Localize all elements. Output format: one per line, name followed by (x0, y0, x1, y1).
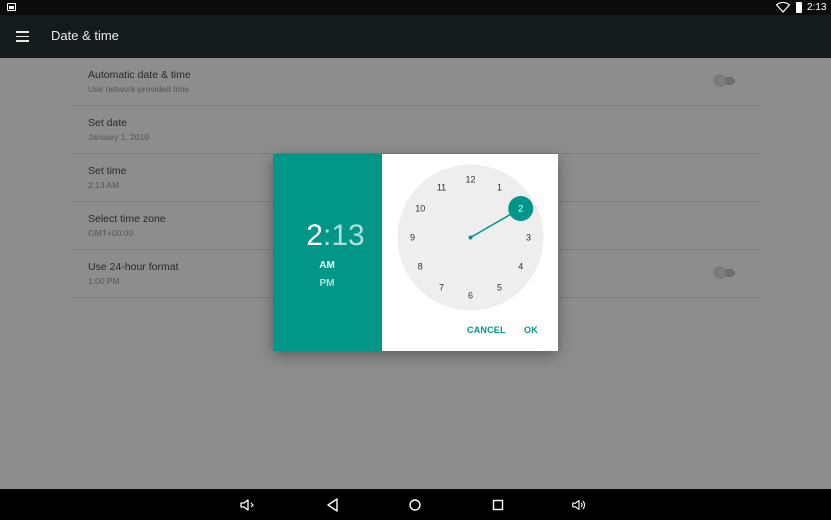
app-bar: Date & time (0, 15, 831, 58)
setting-title: Select time zone (88, 213, 166, 225)
image-notification-icon (7, 3, 16, 11)
am-toggle[interactable]: AM (273, 260, 381, 271)
volume-up-icon[interactable] (571, 497, 587, 513)
menu-icon[interactable] (16, 31, 29, 42)
wifi-icon (776, 2, 790, 13)
automatic-date-time-toggle[interactable] (713, 74, 735, 87)
clock-number-5[interactable]: 5 (497, 283, 502, 293)
selected-time: 2:13 (273, 219, 398, 253)
ok-button[interactable]: OK (524, 325, 538, 335)
battery-icon (796, 2, 802, 13)
setting-subtitle: January 1, 2010 (88, 132, 149, 142)
clock-number-11[interactable]: 11 (437, 182, 446, 192)
clock-center-dot (468, 235, 473, 240)
clock-number-9[interactable]: 9 (410, 233, 415, 243)
volume-down-icon[interactable] (239, 497, 255, 513)
setting-title: Use 24-hour format (88, 261, 179, 273)
setting-title: Set time (88, 165, 127, 177)
status-bar: 2:13 (0, 0, 831, 15)
page-title: Date & time (51, 28, 119, 43)
setting-subtitle: 1:00 PM (88, 276, 120, 286)
setting-subtitle: Use network-provided time (88, 84, 190, 94)
setting-set-date[interactable]: Set date January 1, 2010 (72, 106, 759, 154)
pm-toggle[interactable]: PM (273, 278, 381, 289)
recents-icon[interactable] (490, 497, 506, 513)
clock-number-3[interactable]: 3 (526, 233, 531, 243)
clock-number-1[interactable]: 1 (497, 182, 502, 192)
clock-number-7[interactable]: 7 (439, 283, 444, 293)
clock-number-4[interactable]: 4 (518, 262, 523, 272)
status-clock: 2:13 (807, 2, 827, 13)
home-icon[interactable] (407, 497, 423, 513)
24-hour-format-toggle[interactable] (713, 266, 735, 279)
clock-face[interactable]: 121234567891011 (396, 163, 545, 312)
clock-number-2[interactable]: 2 (518, 204, 523, 214)
clock-number-6[interactable]: 6 (468, 291, 473, 301)
clock-number-10[interactable]: 10 (415, 204, 425, 214)
setting-title: Set date (88, 117, 128, 129)
back-icon[interactable] (325, 497, 341, 513)
cancel-button[interactable]: CANCEL (467, 325, 506, 335)
clock-number-8[interactable]: 8 (418, 262, 423, 272)
setting-subtitle: GMT+00:00 (88, 228, 134, 238)
clock-number-12[interactable]: 12 (465, 175, 475, 185)
time-picker-header: 2:13 AM PM (273, 154, 382, 351)
time-picker-dialog: 2:13 AM PM 12 1 2 3 4 5 6 7 8 9 10 11 CANCEL OK (273, 154, 558, 351)
setting-automatic-date-time[interactable]: Automatic date & time Use network-provid… (72, 58, 759, 106)
setting-subtitle: 2:13 AM (88, 180, 120, 190)
navigation-bar (0, 489, 831, 520)
hour-display[interactable]: 2 (306, 219, 323, 252)
minute-display[interactable]: 13 (331, 219, 364, 252)
setting-title: Automatic date & time (88, 69, 191, 81)
